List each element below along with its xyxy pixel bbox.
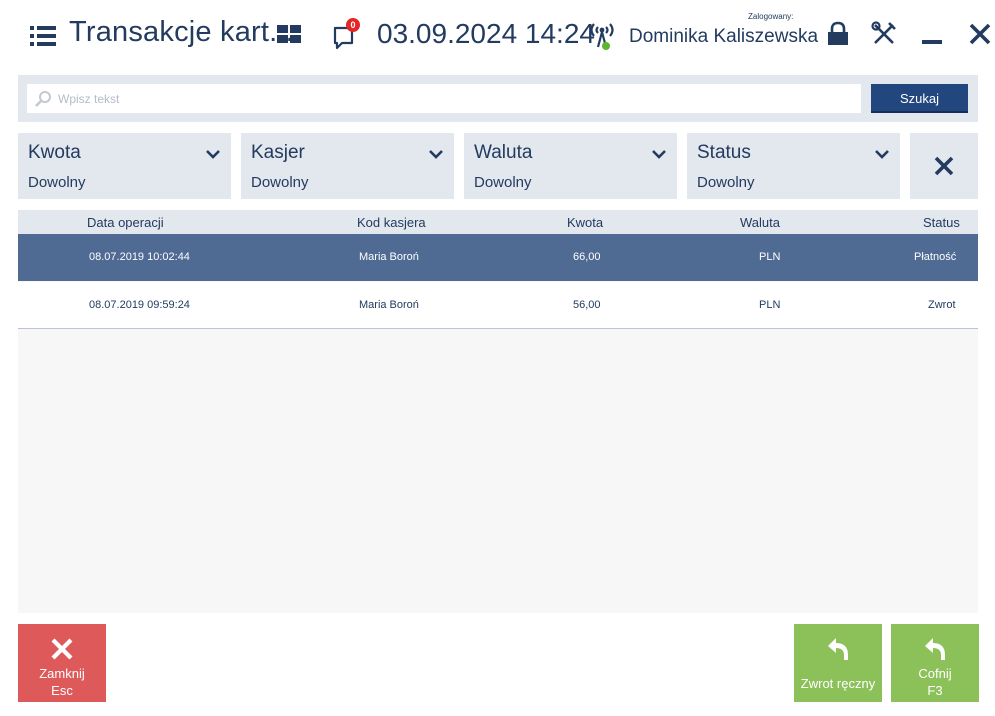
cell-status: Zwrot	[928, 299, 956, 311]
close-button-shortcut: Esc	[51, 683, 73, 698]
cell-date: 08.07.2019 09:59:24	[89, 299, 190, 311]
lock-icon[interactable]	[824, 20, 852, 48]
filter-label: Status	[697, 142, 751, 163]
close-button-label: Zamknij	[39, 666, 85, 681]
search-field	[27, 84, 861, 113]
close-icon	[51, 638, 73, 660]
column-header-amount[interactable]: Kwota	[567, 215, 603, 230]
cell-amount: 66,00	[573, 251, 601, 263]
cell-cashier: Maria Boroń	[359, 299, 419, 311]
cell-amount: 56,00	[573, 299, 601, 311]
cell-currency: PLN	[759, 299, 781, 311]
page-title: Transakcje kart...	[69, 16, 294, 48]
column-header-status[interactable]: Status	[923, 215, 960, 230]
table-row[interactable]: 08.07.2019 10:02:44 Maria Boroń 66,00 PL…	[18, 234, 978, 281]
back-button-label: Cofnij	[918, 666, 952, 681]
table-header: Data operacji Kod kasjera Kwota Waluta S…	[18, 210, 978, 234]
column-header-currency[interactable]: Waluta	[740, 215, 780, 230]
header-bar: Transakcje kart... 0 03.09.2024 14:24 Za…	[0, 0, 995, 72]
clear-filters-button[interactable]	[910, 133, 978, 199]
cell-date: 08.07.2019 10:02:44	[89, 251, 190, 263]
filter-value: Dowolny	[28, 174, 86, 191]
username: Dominika Kaliszewska	[629, 26, 819, 47]
search-input[interactable]	[58, 84, 853, 113]
notification-badge: 0	[346, 18, 360, 32]
filter-value: Dowolny	[697, 174, 755, 191]
back-button-shortcut: F3	[927, 683, 943, 698]
cell-cashier: Maria Boroń	[359, 251, 419, 263]
chevron-down-icon	[875, 150, 889, 159]
signal-icon	[590, 23, 614, 50]
logged-in-label: Zalogowany:	[748, 12, 794, 21]
minimize-icon[interactable]	[918, 20, 946, 48]
close-icon[interactable]	[966, 20, 994, 48]
manual-refund-label: Zwrot ręczny	[800, 676, 876, 691]
cell-currency: PLN	[759, 251, 781, 263]
tools-icon[interactable]	[870, 20, 898, 48]
column-header-cashier[interactable]: Kod kasjera	[357, 215, 426, 230]
column-header-date[interactable]: Data operacji	[87, 215, 164, 230]
filter-value: Dowolny	[251, 174, 309, 191]
undo-icon	[828, 638, 848, 660]
manual-refund-button[interactable]: Zwrot ręczny	[794, 624, 882, 702]
filter-label: Kwota	[28, 142, 81, 163]
filter-label: Waluta	[474, 142, 533, 163]
transactions-table: Data operacji Kod kasjera Kwota Waluta S…	[18, 210, 978, 613]
filter-status[interactable]: Status Dowolny	[687, 133, 900, 199]
undo-icon	[925, 638, 945, 660]
chevron-down-icon	[429, 150, 443, 159]
search-icon	[35, 91, 51, 107]
close-button[interactable]: Zamknij Esc	[18, 624, 106, 702]
filter-kwota[interactable]: Kwota Dowolny	[18, 133, 231, 199]
search-button[interactable]: Szukaj	[871, 84, 968, 113]
filter-waluta[interactable]: Waluta Dowolny	[464, 133, 677, 199]
filter-value: Dowolny	[474, 174, 532, 191]
cell-status: Płatność	[914, 251, 957, 263]
filter-kasjer[interactable]: Kasjer Dowolny	[241, 133, 454, 199]
chevron-down-icon	[206, 150, 220, 159]
table-row[interactable]: 08.07.2019 09:59:24 Maria Boroń 56,00 PL…	[18, 282, 978, 329]
back-button[interactable]: Cofnij F3	[891, 624, 979, 702]
search-bar: Szukaj	[18, 75, 978, 122]
filter-label: Kasjer	[251, 142, 305, 163]
tiles-icon[interactable]	[277, 25, 303, 45]
close-icon	[934, 156, 954, 176]
menu-icon[interactable]	[30, 26, 56, 46]
chevron-down-icon	[652, 150, 666, 159]
datetime: 03.09.2024 14:24	[377, 18, 595, 49]
